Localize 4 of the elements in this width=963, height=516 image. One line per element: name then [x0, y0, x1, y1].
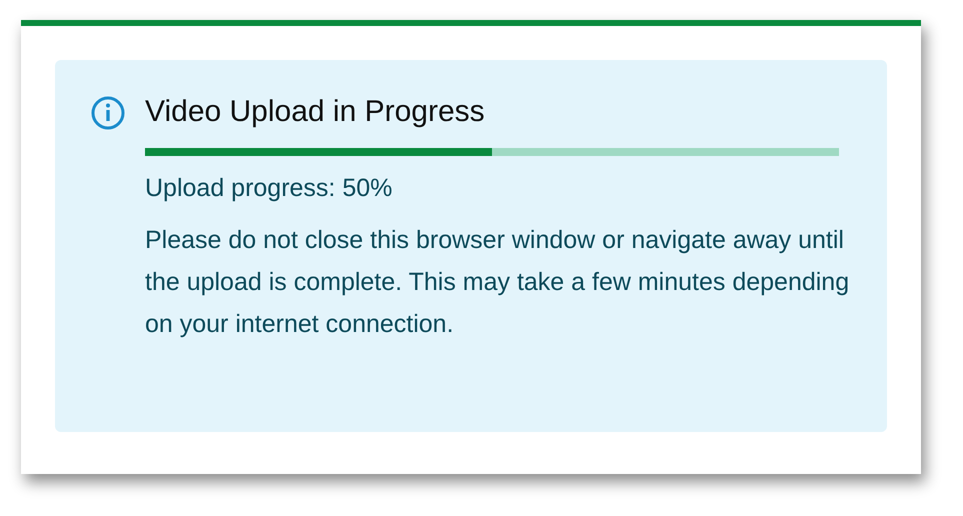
progress-status: Upload progress: 50%	[145, 173, 394, 204]
alert-message: Please do not close this browser window or navigate away until the upload is complete. This may take a few minutes depending on your internet connection.	[145, 224, 850, 340]
alert-title: Video Upload in Progress	[145, 94, 486, 130]
info-icon	[91, 96, 125, 130]
